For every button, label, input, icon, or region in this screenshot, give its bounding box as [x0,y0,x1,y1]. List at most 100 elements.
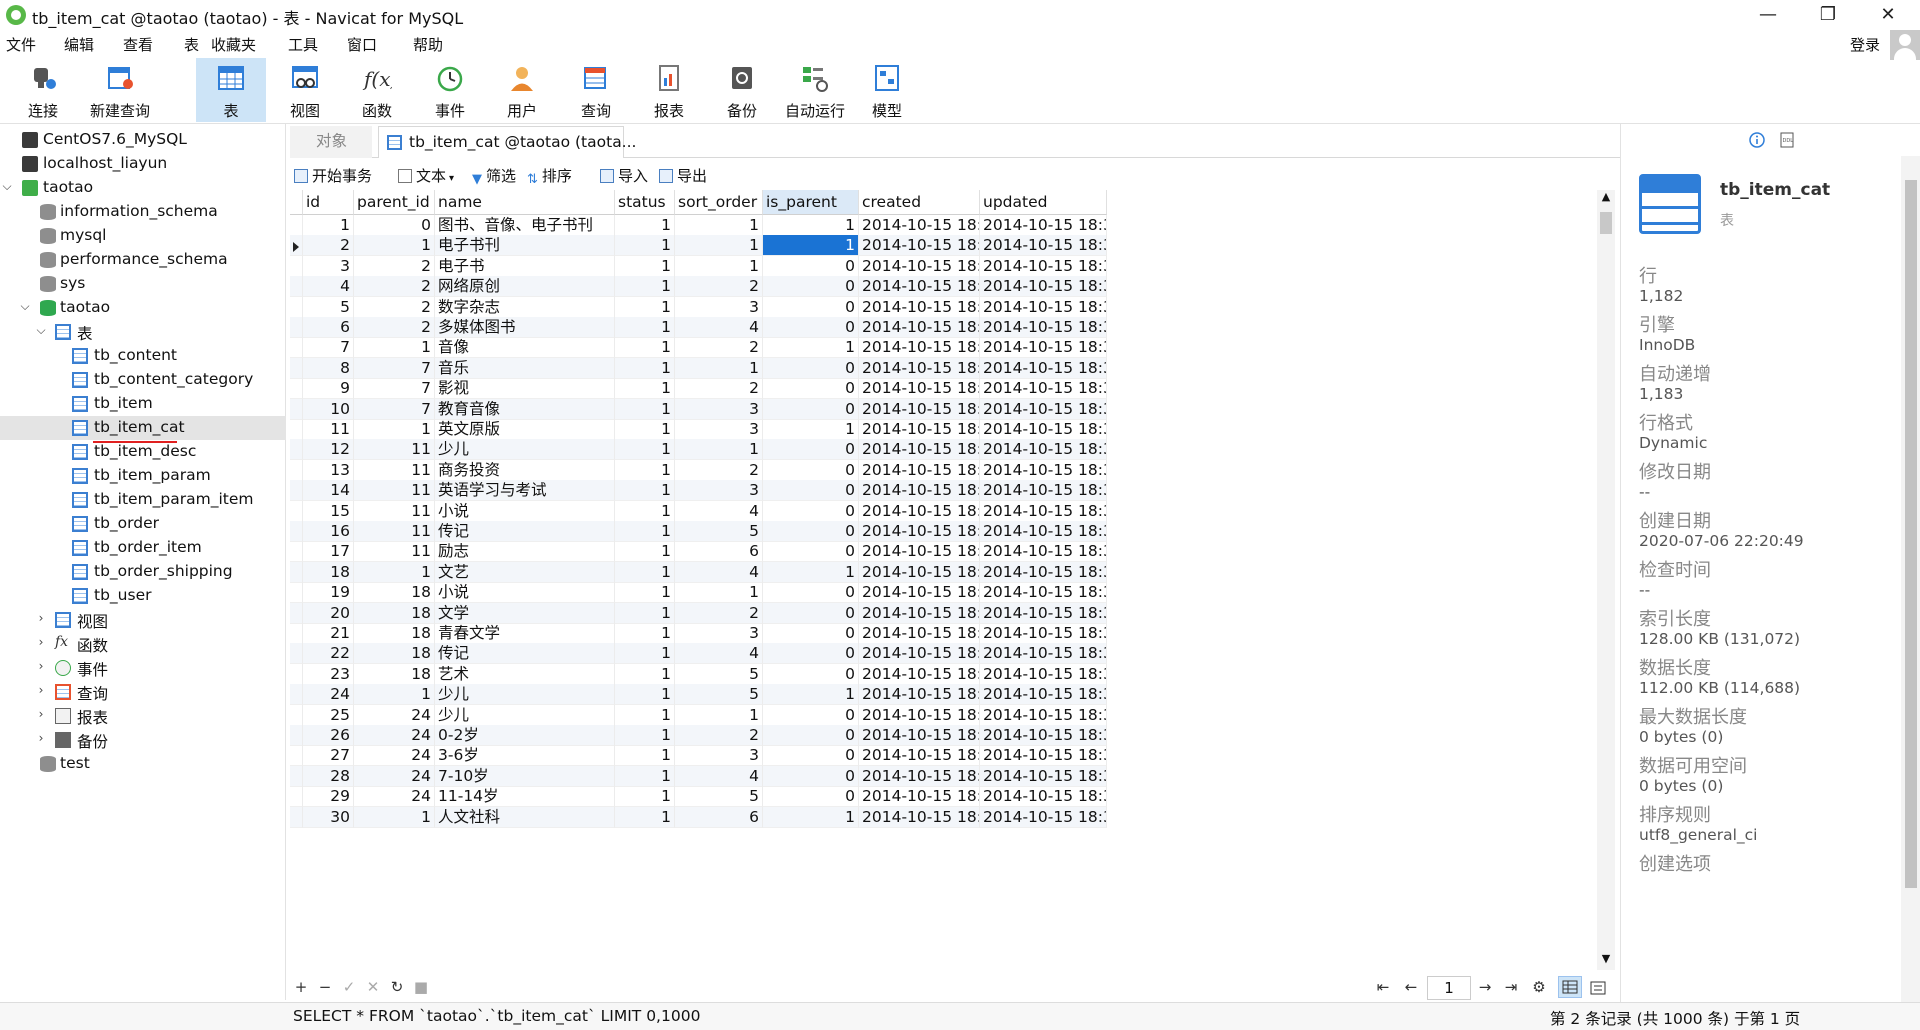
cell-name[interactable]: 文艺 [435,561,615,583]
cell-is-parent[interactable]: 0 [763,500,859,522]
cell-name[interactable]: 电子书刊 [435,235,615,257]
row-marker[interactable] [290,786,303,808]
cell-updated[interactable]: 2014-10-15 18:31:55 [980,296,1107,318]
table-row[interactable]: 1411英语学习与考试1302014-10-15 18:31:552014-10… [290,480,1600,502]
cell-created[interactable]: 2014-10-15 18:31:55 [859,419,980,440]
row-marker[interactable] [290,806,303,828]
menu-tools[interactable]: 工具 [288,34,318,55]
cell-status[interactable]: 1 [615,500,675,522]
cell-updated[interactable]: 2014-10-15 18:31:55 [980,704,1107,726]
cell-name[interactable]: 艺术 [435,663,615,685]
row-marker[interactable] [290,398,303,420]
cell-status[interactable]: 1 [615,480,675,502]
cell-updated[interactable]: 2014-10-15 18:31:55 [980,745,1107,767]
tab-tb-item-cat[interactable]: tb_item_cat @taotao (taota... [378,126,636,158]
cell-updated[interactable]: 2014-10-15 18:31:55 [980,765,1107,787]
menu-view[interactable]: 查看 [123,34,153,55]
column-header-is-parent[interactable]: is_parent [763,190,859,215]
cell-status[interactable]: 1 [615,235,675,257]
cell-updated[interactable]: 2014-10-15 18:31:55 [980,337,1107,359]
tree-events-folder[interactable]: › 事件 [0,656,286,680]
cell-created[interactable]: 2014-10-15 18:31:55 [859,337,980,359]
cell-created[interactable]: 2014-10-15 18:31:55 [859,521,980,542]
cell-sort-order[interactable]: 5 [675,786,763,808]
tree-connection-localhost[interactable]: localhost_liayun [0,152,286,176]
sort-button[interactable]: ⇅ 排序 [527,165,572,187]
cell-id[interactable]: 15 [303,500,354,522]
cell-name[interactable]: 商务投资 [435,459,615,481]
cell-status[interactable]: 1 [615,459,675,481]
import-button[interactable]: 导入 [600,165,648,186]
cell-updated[interactable]: 2014-10-15 18:31:55 [980,561,1107,583]
row-marker[interactable] [290,663,303,685]
cell-created[interactable]: 2014-10-15 18:31:55 [859,398,980,420]
cell-id[interactable]: 30 [303,806,354,828]
cell-parent-id[interactable]: 2 [354,276,435,298]
cell-updated[interactable]: 2014-10-15 18:31:55 [980,806,1107,828]
cell-name[interactable]: 少儿 [435,704,615,726]
page-number-input[interactable]: 1 [1427,976,1471,1000]
cell-created[interactable]: 2014-10-15 18:31:55 [859,500,980,522]
cell-id[interactable]: 26 [303,725,354,746]
toolbar-connect-button[interactable]: 连接 [8,58,78,122]
cell-sort-order[interactable]: 4 [675,765,763,787]
tree-connection-centos[interactable]: CentOS7.6_MySQL [0,128,286,152]
last-page-button[interactable]: ⇥ [1500,978,1522,996]
row-marker[interactable] [290,765,303,787]
cell-created[interactable]: 2014-10-15 18:31:55 [859,480,980,502]
table-row[interactable]: 27243-6岁1302014-10-15 18:31:552014-10-15… [290,745,1600,767]
cell-sort-order[interactable]: 6 [675,541,763,563]
tree-table-tb-order[interactable]: tb_order [0,512,286,536]
table-row[interactable]: 21电子书刊1112014-10-15 18:31:552014-10-15 1… [290,235,1600,257]
cell-parent-id[interactable]: 0 [354,215,435,236]
cell-updated[interactable]: 2014-10-15 18:31:55 [980,235,1107,257]
grid-view-toggle[interactable] [1558,976,1582,998]
cell-id[interactable]: 2 [303,235,354,257]
cell-created[interactable]: 2014-10-15 18:31:55 [859,276,980,298]
cell-sort-order[interactable]: 2 [675,725,763,746]
toolbar-view-button[interactable]: 视图 [270,58,340,122]
cell-updated[interactable]: 2014-10-15 18:31:55 [980,602,1107,624]
cell-is-parent[interactable]: 1 [763,235,859,257]
toolbar-model-button[interactable]: 模型 [852,58,922,122]
cell-created[interactable]: 2014-10-15 18:31:55 [859,623,980,644]
row-marker[interactable] [290,317,303,338]
cell-status[interactable]: 1 [615,255,675,277]
table-row[interactable]: 2218传记1402014-10-15 18:31:552014-10-15 1… [290,643,1600,665]
scroll-down-icon[interactable]: ▼ [1597,952,1615,970]
tree-table-tb-item-cat[interactable]: tb_item_cat [0,416,286,440]
cell-is-parent[interactable]: 0 [763,296,859,318]
cell-status[interactable]: 1 [615,439,675,461]
row-marker[interactable] [290,296,303,318]
cell-parent-id[interactable]: 24 [354,786,435,808]
cell-status[interactable]: 1 [615,419,675,440]
table-row[interactable]: 42网络原创1202014-10-15 18:31:552014-10-15 1… [290,276,1600,298]
cell-created[interactable]: 2014-10-15 18:31:55 [859,704,980,726]
row-marker[interactable] [290,480,303,502]
cell-is-parent[interactable]: 0 [763,317,859,338]
cell-is-parent[interactable]: 0 [763,663,859,685]
table-row[interactable]: 2018文学1202014-10-15 18:31:552014-10-15 1… [290,602,1600,624]
cell-created[interactable]: 2014-10-15 18:31:55 [859,255,980,277]
cell-parent-id[interactable]: 7 [354,378,435,400]
cell-id[interactable]: 19 [303,582,354,604]
toolbar-table-button[interactable]: 表 [196,58,266,122]
chevron-right-icon[interactable]: › [34,683,48,697]
cell-is-parent[interactable]: 0 [763,439,859,461]
cell-is-parent[interactable]: 0 [763,459,859,481]
export-button[interactable]: 导出 [659,165,707,186]
cell-parent-id[interactable]: 11 [354,480,435,502]
cell-sort-order[interactable]: 3 [675,296,763,318]
cell-id[interactable]: 1 [303,215,354,236]
cell-is-parent[interactable]: 1 [763,215,859,236]
cell-parent-id[interactable]: 1 [354,337,435,359]
next-page-button[interactable]: → [1474,978,1496,996]
cell-name[interactable]: 文学 [435,602,615,624]
cell-sort-order[interactable]: 1 [675,704,763,726]
tree-table-tb-order-shipping[interactable]: tb_order_shipping [0,560,286,584]
cell-sort-order[interactable]: 3 [675,745,763,767]
table-row[interactable]: 1611传记1502014-10-15 18:31:552014-10-15 1… [290,521,1600,542]
cell-is-parent[interactable]: 0 [763,480,859,502]
scrollbar-thumb[interactable] [1600,212,1612,234]
cell-parent-id[interactable]: 1 [354,235,435,257]
